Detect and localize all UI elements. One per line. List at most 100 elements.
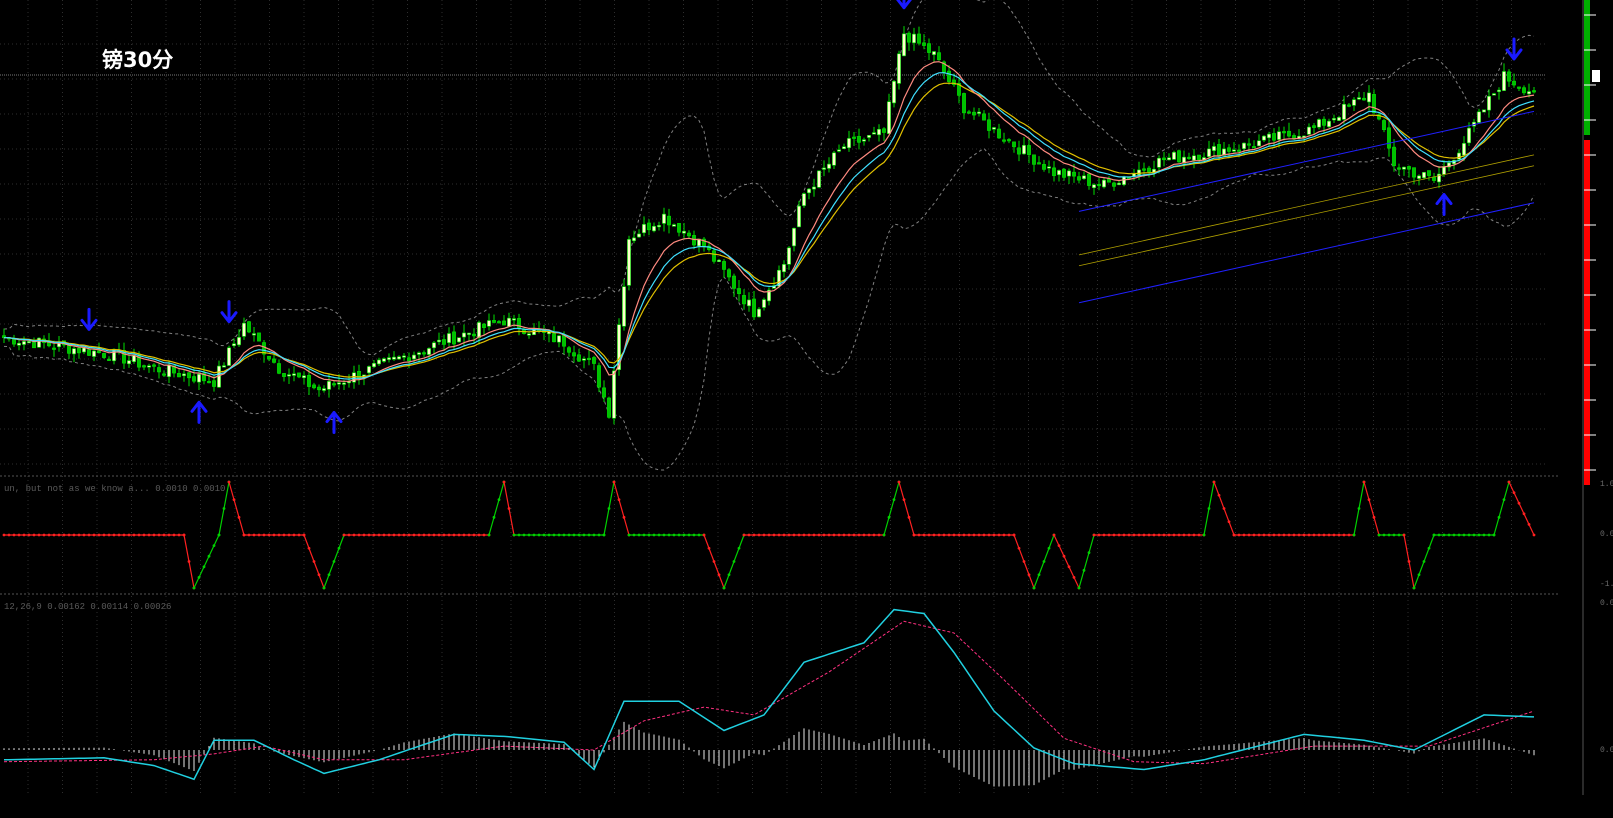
oscillator-dot (862, 533, 866, 537)
oscillator-dot (922, 533, 926, 537)
candle-body (887, 101, 891, 134)
oscillator-dot (797, 533, 801, 537)
oscillator-dot (587, 533, 591, 537)
candle-body (1532, 90, 1536, 93)
candle-body (132, 355, 136, 362)
oscillator-dot (852, 533, 856, 537)
oscillator-dot (192, 586, 196, 590)
candle-body (1012, 141, 1016, 148)
oscillator-dot (1367, 498, 1371, 502)
candle-body (1477, 111, 1481, 123)
oscillator-dot (887, 515, 891, 519)
oscillator-dot (1047, 546, 1051, 550)
oscillator-dot (972, 533, 976, 537)
oscillator-dot (1282, 533, 1286, 537)
candle-body (92, 350, 96, 357)
oscillator-dot (847, 533, 851, 537)
oscillator-dot (1432, 533, 1436, 537)
candle-body (1067, 170, 1071, 177)
candle-body (517, 318, 521, 329)
oscillator-dot (242, 533, 246, 537)
oscillator-dot (12, 533, 16, 537)
oscillator-dot (367, 533, 371, 537)
candle-body (717, 259, 721, 262)
candle-body (687, 232, 691, 237)
oscillator-dot (322, 586, 326, 590)
oscillator-dot (1157, 533, 1161, 537)
oscillator-dot (1017, 546, 1021, 550)
oscillator-dot (1227, 520, 1231, 524)
trend-bar-red (1584, 140, 1590, 485)
candle-body (1122, 176, 1126, 185)
candle-body (1062, 168, 1066, 178)
candle-body (462, 332, 466, 338)
oscillator-dot (97, 533, 101, 537)
oscillator-dot (812, 533, 816, 537)
oscillator-dot (1257, 533, 1261, 537)
oscillator-dot (107, 533, 111, 537)
oscillator-dot (127, 533, 131, 537)
oscillator-dot (977, 533, 981, 537)
candle-body (797, 205, 801, 228)
oscillator-dot (402, 533, 406, 537)
candle-body (1192, 155, 1196, 161)
oscillator-dot (647, 533, 651, 537)
oscillator-dot (1507, 480, 1511, 484)
oscillator-dot (217, 533, 221, 537)
candle-body (292, 373, 296, 376)
oscillator-dot (912, 533, 916, 537)
candle-body (392, 356, 396, 360)
oscillator-dot (592, 533, 596, 537)
macd-axis-zero: 0.0 (1600, 746, 1613, 755)
oscillator-dot (547, 533, 551, 537)
oscillator-dot (1007, 533, 1011, 537)
candle-body (387, 357, 391, 360)
oscillator-dot (562, 533, 566, 537)
oscillator-dot (112, 533, 116, 537)
candle-body (992, 127, 996, 130)
oscillator-dot (1222, 507, 1226, 510)
candle-body (447, 333, 451, 343)
candle-body (737, 288, 741, 295)
oscillator-dot (312, 560, 316, 563)
candle-body (1052, 167, 1056, 177)
candle-body (927, 43, 931, 53)
candle-body (657, 225, 661, 228)
oscillator-dot (1442, 533, 1446, 537)
oscillator-dot (82, 533, 86, 537)
candle-body (437, 339, 441, 343)
oscillator-dot (267, 533, 271, 537)
candle-body (17, 342, 21, 346)
oscillator-dot (252, 533, 256, 537)
oscillator-dot (917, 533, 921, 537)
candle-body (487, 320, 491, 327)
oscillator-dot (507, 507, 511, 510)
oscillator-dot (962, 533, 966, 537)
oscillator-dot (622, 515, 626, 519)
candle-body (897, 53, 901, 84)
candle-body (1422, 172, 1426, 179)
candle-body (1427, 170, 1431, 176)
oscillator-dot (902, 498, 906, 502)
candle-body (1057, 170, 1061, 176)
candle-body (1087, 173, 1091, 186)
candle-body (837, 149, 841, 152)
candle-body (1232, 149, 1236, 152)
oscillator-dot (637, 533, 641, 537)
candle-body (677, 223, 681, 233)
oscillator-dot (152, 533, 156, 537)
oscillator-dot (1032, 586, 1036, 590)
oscillator-dot (777, 533, 781, 537)
candle-body (712, 250, 716, 262)
oscillator-dot (1317, 533, 1321, 537)
oscillator-dot (677, 533, 681, 537)
oscillator-dot (1347, 533, 1351, 537)
oscillator-dot (1182, 533, 1186, 537)
oscillator-dot (867, 533, 871, 537)
candle-body (612, 370, 616, 419)
candle-body (872, 132, 876, 135)
oscillator-dot (1247, 533, 1251, 537)
oscillator-dot (47, 533, 51, 537)
oscillator-dot (1012, 533, 1016, 537)
oscillator-dot (967, 533, 971, 537)
